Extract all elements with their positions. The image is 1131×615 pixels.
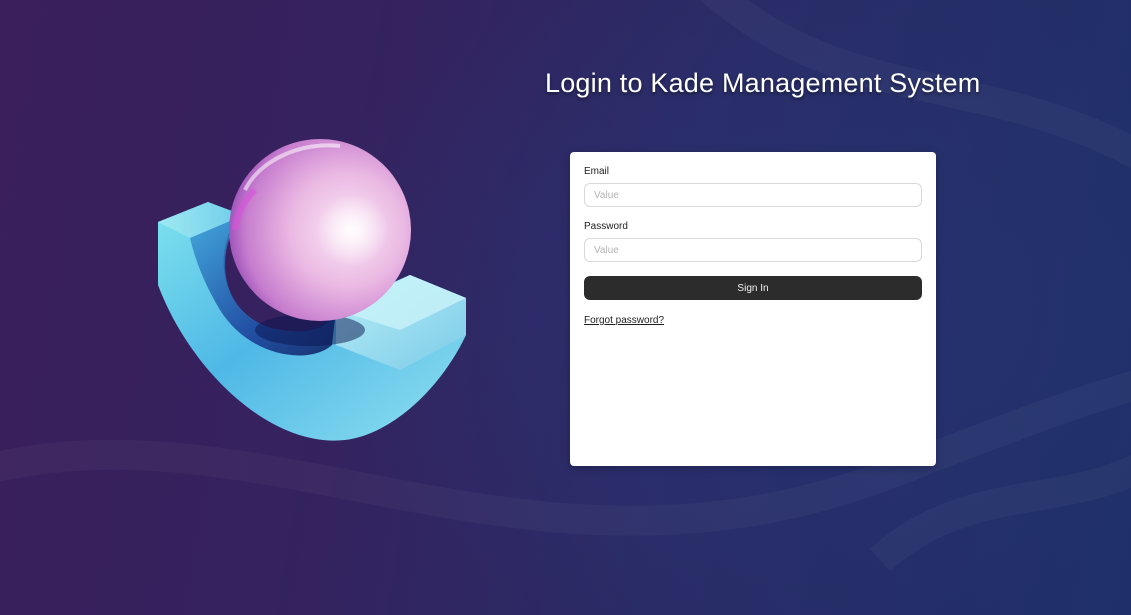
password-input[interactable] [584,238,922,262]
forgot-password-link[interactable]: Forgot password? [584,315,664,326]
email-input[interactable] [584,183,922,207]
email-label: Email [584,166,610,177]
sign-in-button[interactable]: Sign In [584,276,922,300]
hero-illustration [158,139,466,441]
password-label: Password [584,221,628,232]
login-card: Email Password Sign In Forgot password? [570,152,936,466]
page-title: Login to Kade Management System [545,68,981,98]
